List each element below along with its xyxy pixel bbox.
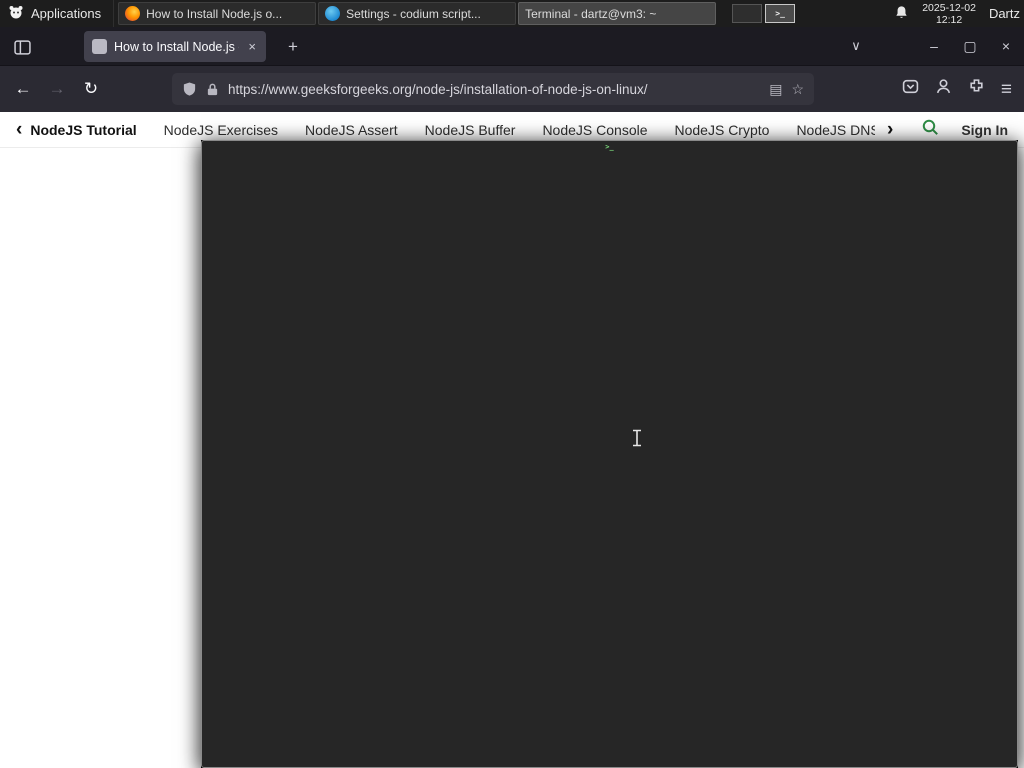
applications-icon [8, 4, 24, 23]
taskbar-button-label: How to Install Node.js o... [146, 6, 283, 21]
tab-bar: How to Install Node.js on × + ∨ – ▢ × [0, 27, 1024, 66]
site-nav-item[interactable]: NodeJS DNS [796, 122, 875, 138]
tab-title: How to Install Node.js on [114, 39, 240, 54]
window-minimize-button[interactable]: – [916, 38, 952, 54]
tracking-shield-icon[interactable] [182, 81, 197, 97]
new-tab-button[interactable]: + [280, 34, 306, 60]
browser-toolbar: ← → ↻ https://www.geeksforgeeks.org/node… [0, 66, 1024, 112]
reload-button[interactable]: ↻ [74, 79, 108, 99]
panel-status-area: 2025-12-02 12:12 Dartz [894, 2, 1024, 26]
browser-tab[interactable]: How to Install Node.js on × [84, 31, 266, 62]
pocket-icon[interactable] [902, 78, 919, 100]
window-close-button[interactable]: × [988, 38, 1024, 54]
site-nav-item[interactable]: NodeJS Exercises [164, 122, 278, 138]
tab-favicon [92, 39, 107, 54]
clock-time: 12:12 [935, 13, 963, 26]
site-nav-items: NodeJS Tutorial NodeJS Exercises NodeJS As… [30, 122, 875, 138]
account-icon[interactable] [935, 78, 952, 100]
workspace-1[interactable] [732, 4, 763, 23]
taskbar-button-label: Terminal - dartz@vm3: ~ [525, 6, 657, 21]
firefox-icon [125, 6, 141, 21]
forward-button[interactable]: → [40, 79, 74, 99]
taskbar: How to Install Node.js o... Settings - co… [118, 0, 1018, 768]
workspace-terminal-icon: >_ [775, 9, 785, 18]
top-panel: Applications How to Install Node.js o...… [0, 0, 1024, 768]
site-nav-item[interactable]: NodeJS Assert [305, 122, 398, 138]
url-bar[interactable]: https://www.geeksforgeeks.org/node-js/in… [172, 73, 814, 105]
extensions-icon[interactable] [968, 78, 985, 100]
firefox-view-icon[interactable] [8, 33, 36, 61]
desktop: Applications How to Install Node.js o...… [0, 0, 1024, 768]
applications-label: Applications [31, 6, 102, 21]
window-maximize-button[interactable]: ▢ [952, 38, 988, 55]
hamburger-menu-icon[interactable]: ≡ [1001, 80, 1012, 99]
taskbar-button-2[interactable]: Settings - codium script... [318, 2, 517, 25]
mouse-cursor [633, 429, 641, 447]
workspace-switcher[interactable]: >_ [732, 4, 796, 23]
taskbar-button-1[interactable]: How to Install Node.js o... [118, 2, 317, 25]
site-nav-item[interactable]: NodeJS Tutorial [30, 122, 136, 138]
site-nav-item[interactable]: NodeJS Console [542, 122, 647, 138]
bookmark-star-icon[interactable]: ☆ [791, 81, 804, 98]
scroll-left-icon[interactable]: ‹ [10, 120, 28, 139]
clock[interactable]: 2025-12-02 12:12 [922, 2, 976, 26]
url-text: https://www.geeksforgeeks.org/node-js/in… [228, 81, 648, 97]
notification-bell-icon[interactable] [894, 5, 909, 23]
tab-close-icon[interactable]: × [246, 39, 258, 54]
workspace-2-active[interactable]: >_ [765, 4, 796, 23]
taskbar-button-label: Settings - codium script... [346, 6, 481, 21]
toolbar-icons: ≡ [902, 78, 1024, 100]
site-nav-item[interactable]: NodeJS Buffer [425, 122, 516, 138]
user-menu[interactable]: Dartz [989, 6, 1020, 21]
back-button[interactable]: ← [6, 79, 40, 99]
sign-in-button[interactable]: Sign In [961, 122, 1008, 138]
reader-mode-icon[interactable]: ▤ [769, 81, 782, 98]
codium-icon [325, 6, 341, 21]
applications-menu[interactable]: Applications [0, 0, 115, 27]
clock-date: 2025-12-02 [922, 1, 976, 14]
scroll-right-icon[interactable]: › [881, 120, 899, 139]
taskbar-button-3[interactable]: >_ Terminal - dartz@vm3: ~ [201, 2, 1018, 768]
site-nav-item[interactable]: NodeJS Crypto [675, 122, 770, 138]
window-controls: ∨ – ▢ × [838, 27, 1024, 65]
search-icon[interactable] [921, 118, 939, 141]
lock-icon[interactable] [206, 82, 219, 97]
site-nav-right: › Sign In [881, 118, 1008, 141]
list-tabs-icon[interactable]: ∨ [838, 38, 874, 54]
